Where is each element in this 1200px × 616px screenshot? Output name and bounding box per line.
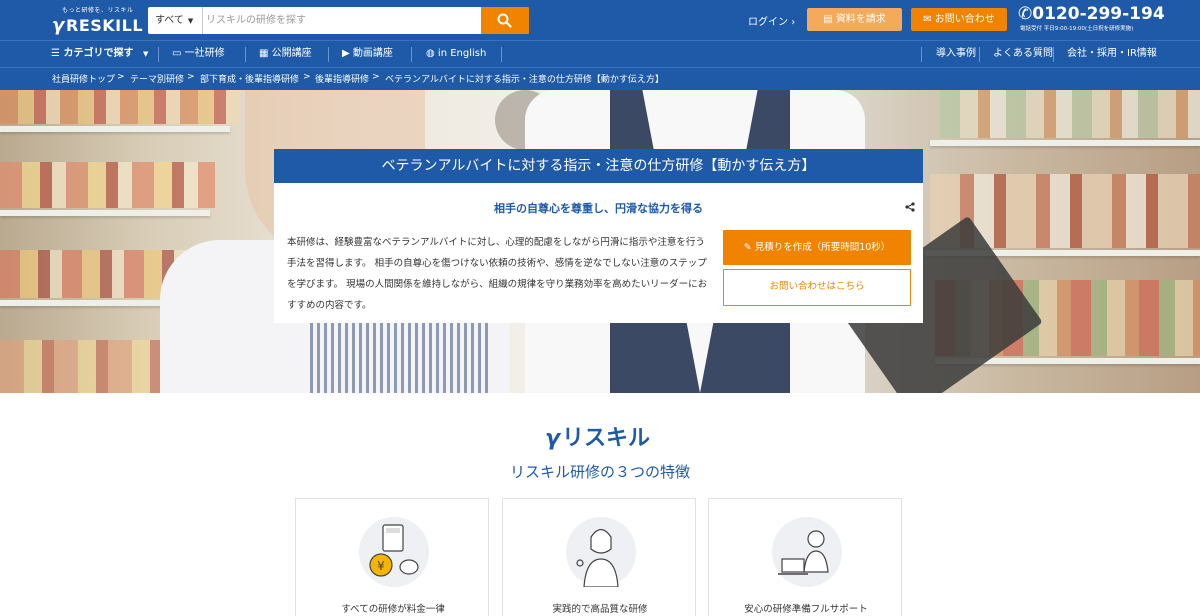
main-nav: ☰ カテゴリで探す ▼ ▭ 一社研修 ▦ 公開講座 ▶ 動画講座 ◍ in En… [0,40,1200,68]
nav-divider [501,47,502,62]
instructor-icon [566,517,636,588]
hero-title: ベテランアルバイトに対する指示・注意の仕方研修【動かす伝え方】 [274,149,923,183]
login-label: ログイン [748,17,788,28]
hamburger-icon: ☰ [51,48,60,59]
nav-item-company[interactable]: 会社・採用・IR情報 [1067,41,1157,67]
login-link[interactable]: ログイン › [748,13,795,28]
nav-item-faq[interactable]: よくある質問 [993,41,1053,67]
nav-item-cases[interactable]: 導入事例 [936,41,976,67]
breadcrumb-item[interactable]: 社員研修トップ [52,72,115,85]
logo-mark-icon: γ [545,426,560,451]
phone-info[interactable]: ✆0120-299-194 電話受付 平日9:00-19:00(土日祝を研修実施… [1018,4,1165,32]
hero-banner: ベテランアルバイトに対する指示・注意の仕方研修【動かす伝え方】 相手の自尊心を尊… [0,90,1200,393]
contact-label: お問い合わせ [934,14,995,25]
nav-item-video[interactable]: ▶ 動画講座 [342,41,393,67]
calculator-coin-icon: ¥ [359,517,429,587]
chevron-right-icon: › [791,17,796,28]
hero-subtitle: 相手の自尊心を尊重し、円滑な協力を得る [494,202,703,215]
reskill-brand-logo: γリスキル [545,420,650,452]
search-bar: すべて ▼ [148,7,529,34]
nav-divider [245,47,246,62]
nav-divider [411,47,412,62]
logo-mark-icon: γ [52,15,65,36]
features-heading: リスキル研修の３つの特徴 [509,463,690,481]
feature-card[interactable]: 実践的で高品質な研修 [502,498,696,616]
feature-card[interactable]: 安心の研修準備フルサポート [708,498,902,616]
search-button[interactable] [481,7,529,34]
chevron-down-icon: ▼ [142,50,149,58]
logo-text: RESKILL [66,16,144,35]
reskill-logo[interactable]: もっと研修を、リスキル γ RESKILL [52,5,143,36]
pencil-icon: ✎ [743,242,755,253]
globe-icon: ◍ [426,48,435,59]
chevron-right-icon: > [117,72,125,82]
nav-item-onsite[interactable]: ▭ 一社研修 [172,41,225,67]
feature-caption: すべての研修が料金一律 [341,604,445,615]
hero-card: 相手の自尊心を尊重し、円滑な協力を得る 本研修は、経験豊富なベテランアルバイトに… [274,183,923,323]
mail-icon: ✉ [923,14,935,25]
nav-divider [1053,47,1054,62]
nav-item-label: 公開講座 [271,48,312,59]
document-icon: ▤ [823,14,836,25]
share-icon[interactable] [905,202,915,212]
feature-card[interactable]: ¥ すべての研修が料金一律 [295,498,489,616]
play-icon: ▶ [342,48,350,59]
nav-item-label: 動画講座 [352,48,393,59]
breadcrumb-item[interactable]: 後輩指導研修 [315,72,369,85]
create-quote-label: 見積りを作成（所要時間10秒） [754,242,891,253]
breadcrumb-current: ベテランアルバイトに対する指示・注意の仕方研修【動かす伝え方】 [385,75,664,85]
search-icon [497,13,512,28]
feature-caption: 安心の研修準備フルサポート [744,604,868,615]
doc-request-button[interactable]: ▤ 資料を請求 [807,8,902,31]
support-staff-icon [772,517,842,587]
logo-tagline: もっと研修を、リスキル [62,7,134,14]
contact-button[interactable]: ✉ お問い合わせ [911,8,1007,31]
svg-text:¥: ¥ [377,559,385,573]
chevron-right-icon: > [372,72,380,82]
search-input[interactable] [206,10,476,31]
nav-category-label: カテゴリで探す [63,48,134,59]
search-category-select[interactable]: すべて ▼ [148,7,203,34]
create-quote-button[interactable]: ✎ 見積りを作成（所要時間10秒） [723,230,911,265]
hero-description: 本研修は、経験豊富なベテランアルバイトに対し、心理的配慮をしながら円滑に指示や注… [287,237,708,311]
chevron-right-icon: > [303,72,311,82]
breadcrumb-item[interactable]: テーマ別研修 [130,72,184,85]
phone-icon: ✆ [1018,4,1033,24]
nav-divider [921,47,922,62]
brand-text: リスキル [562,426,651,451]
top-header: もっと研修を、リスキル γ RESKILL すべて▼ ログイン › ▤ 資料を請… [0,0,1200,40]
phone-number: 0120-299-194 [1032,4,1165,24]
phone-hours: 電話受付 平日9:00-19:00(土日祝を研修実施) [1020,26,1134,32]
breadcrumb-item[interactable]: 部下育成・後輩指導研修 [200,72,299,85]
chevron-down-icon: ▼ [187,17,194,25]
inquiry-button[interactable]: お問い合わせはこちら [723,269,911,306]
doc-request-label: 資料を請求 [835,14,886,25]
nav-item-label: in English [437,48,487,59]
presentation-icon: ▭ [172,48,182,59]
nav-divider [158,47,159,62]
nav-item-label: 一社研修 [184,48,225,59]
nav-divider [328,47,329,62]
chevron-right-icon: > [187,72,195,82]
search-category-value: すべて [155,15,184,26]
nav-divider [979,47,980,62]
nav-item-english[interactable]: ◍ in English [426,41,486,67]
feature-caption: 実践的で高品質な研修 [552,604,648,615]
nav-item-public[interactable]: ▦ 公開講座 [259,41,312,67]
breadcrumb: 社員研修トップ > テーマ別研修 > 部下育成・後輩指導研修 > 後輩指導研修 … [0,68,1200,90]
nav-category-menu[interactable]: ☰ カテゴリで探す ▼ [51,41,148,67]
calendar-icon: ▦ [259,48,269,59]
